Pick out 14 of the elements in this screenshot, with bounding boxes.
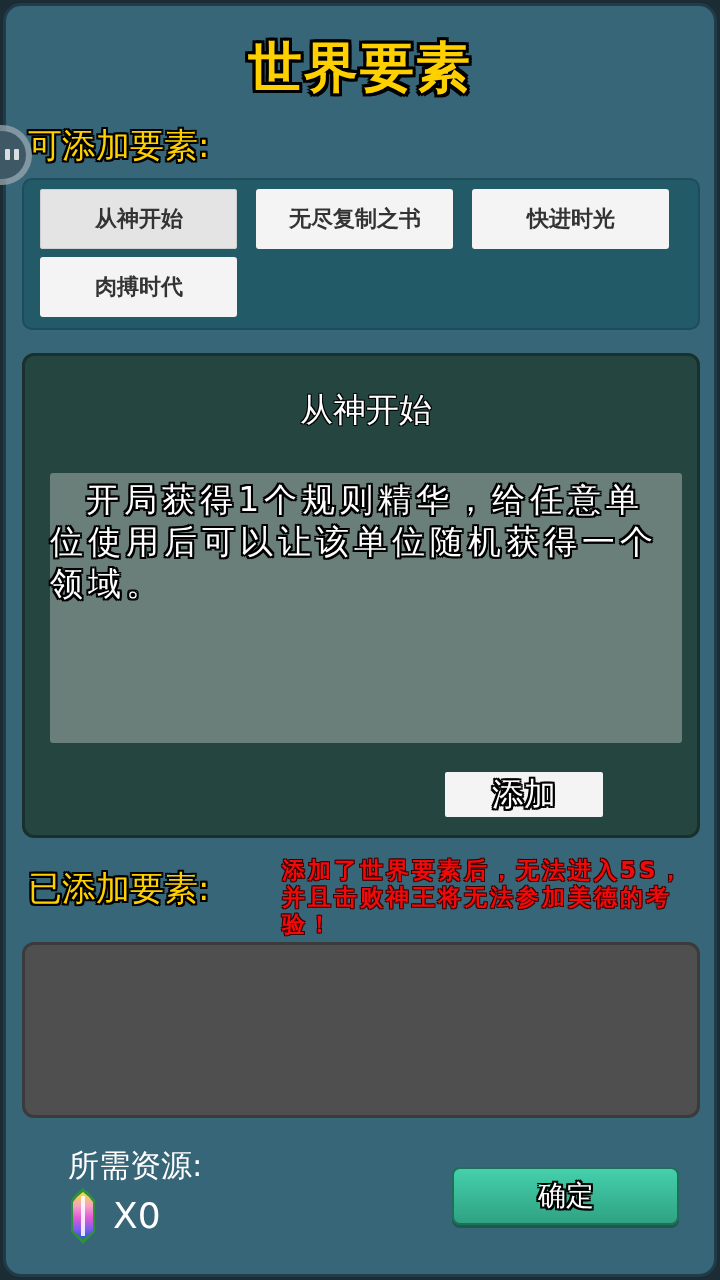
element-button[interactable]: 无尽复制之书: [256, 189, 453, 249]
detail-title: 从神开始: [300, 390, 432, 430]
dialog-title: 世界要素: [247, 36, 473, 100]
element-button[interactable]: 从神开始: [40, 189, 237, 249]
cost-amount: X0: [113, 1194, 161, 1238]
available-label: 可添加要素:: [28, 124, 210, 167]
crystal-icon: [70, 1188, 96, 1244]
description-text: 开局获得1个规则精华，给任意单位使用后可以让该单位随机获得一个领域。: [50, 479, 659, 605]
add-button[interactable]: 添加: [445, 772, 603, 817]
element-button[interactable]: 肉搏时代: [40, 257, 237, 317]
added-label: 已添加要素:: [28, 867, 211, 910]
element-button[interactable]: 快进时光: [472, 189, 669, 249]
cost-label: 所需资源:: [68, 1146, 203, 1185]
warning-text: 添加了世界要素后，无法进入5S，并且击败神王将无法参加美德的考验！: [282, 857, 686, 938]
